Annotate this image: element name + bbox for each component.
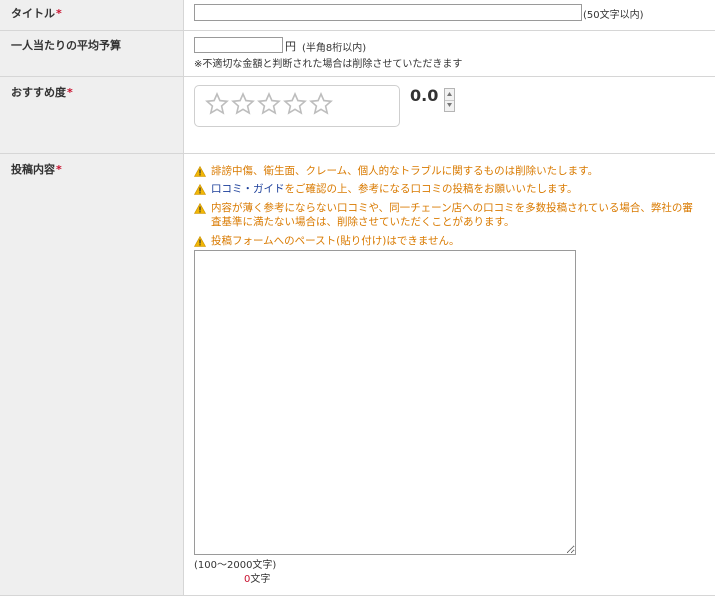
title-row: タイトル* (50文字以内) (0, 0, 715, 31)
review-form: タイトル* (50文字以内) 一人当たりの平均予算 円 (半角8桁以内) ※不適… (0, 0, 715, 597)
rating-row: おすすめ度* 0.0 (0, 77, 715, 154)
budget-label: 一人当たりの平均予算 (11, 39, 121, 52)
rating-cell: 0.0 (185, 77, 715, 153)
budget-unit: 円 (285, 40, 296, 53)
title-hint: (50文字以内) (583, 10, 644, 21)
star-icon[interactable] (231, 92, 255, 116)
content-textarea[interactable] (194, 250, 576, 555)
star-icon[interactable] (309, 92, 333, 116)
budget-input[interactable] (194, 37, 283, 53)
star-rating[interactable] (194, 85, 400, 127)
spinner-down-button[interactable] (445, 100, 454, 111)
chevron-up-icon (447, 92, 452, 96)
budget-input-cell: 円 (半角8桁以内) ※不適切な金額と判断された場合は削除させていただきます (185, 31, 715, 76)
review-guide-link[interactable]: 口コミ・ガイド (211, 183, 285, 195)
warning-icon (194, 166, 206, 177)
content-label: 投稿内容* (11, 163, 62, 176)
chevron-down-icon (447, 103, 452, 107)
rating-label-cell: おすすめ度* (0, 77, 184, 153)
required-mark: * (67, 86, 73, 99)
required-mark: * (56, 163, 62, 176)
warning-icon (194, 236, 206, 247)
content-label-cell: 投稿内容* (0, 154, 184, 595)
required-mark: * (56, 7, 62, 20)
budget-label-cell: 一人当たりの平均予算 (0, 31, 184, 76)
budget-row: 一人当たりの平均予算 円 (半角8桁以内) ※不適切な金額と判断された場合は削除… (0, 31, 715, 77)
rating-spinner[interactable] (444, 88, 455, 112)
rating-label: おすすめ度* (11, 86, 73, 99)
star-icon[interactable] (205, 92, 229, 116)
title-label-cell: タイトル* (0, 0, 184, 30)
budget-note: ※不適切な金額と判断された場合は削除させていただきます (194, 59, 463, 70)
star-icon[interactable] (283, 92, 307, 116)
content-row: 投稿内容* 誹謗中傷、衛生面、クレーム、個人的なトラブルに関するものは削除いたし… (0, 154, 715, 596)
warning-icon (194, 203, 206, 214)
content-length-hint: (100〜2000文字) (194, 560, 277, 571)
title-input[interactable] (194, 4, 582, 21)
rating-score: 0.0 (410, 86, 439, 105)
content-cell: 誹謗中傷、衛生面、クレーム、個人的なトラブルに関するものは削除いたします。 口コ… (194, 165, 693, 585)
star-icon[interactable] (257, 92, 281, 116)
warning-icon (194, 184, 206, 195)
budget-hint: (半角8桁以内) (302, 43, 367, 54)
char-counter: 0文字 (244, 574, 271, 585)
title-label: タイトル* (11, 7, 62, 20)
title-input-cell: (50文字以内) (185, 0, 715, 30)
